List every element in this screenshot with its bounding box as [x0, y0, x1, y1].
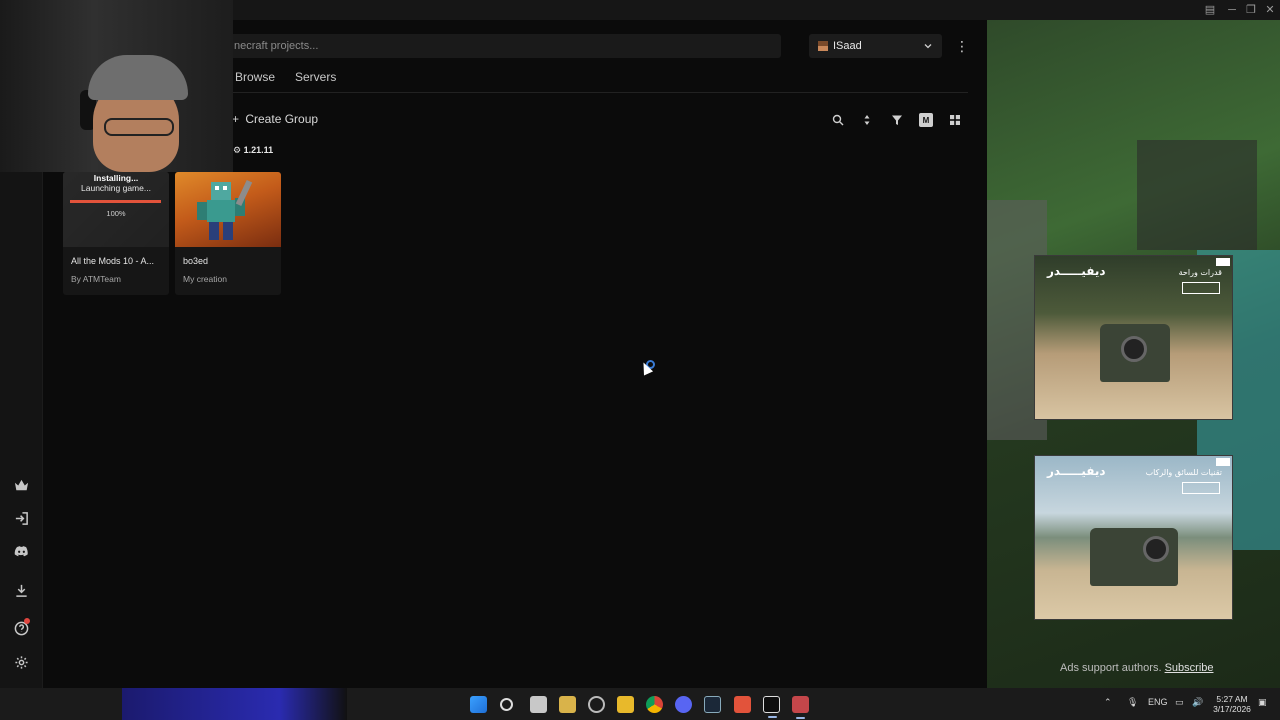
ad-banner-2[interactable]: ديفيـــــدر تقنيات للسائق والركاب: [1034, 455, 1233, 620]
avatar: [818, 41, 828, 51]
ads-panel: ديفيـــــدر قدرات وراحة ديفيـــــدر تقني…: [987, 20, 1280, 688]
webcam-overlay: [0, 0, 233, 172]
view-mode-button[interactable]: M: [919, 113, 933, 127]
maximize-icon[interactable]: ❐: [1243, 3, 1259, 17]
chrome-icon[interactable]: [646, 696, 663, 713]
instance-card-bo3ed[interactable]: bo3ed My creation: [175, 172, 281, 295]
install-status: Installing...: [93, 173, 139, 183]
download-icon[interactable]: [11, 580, 31, 600]
ad-cta-button[interactable]: [1182, 482, 1220, 494]
profile-selector[interactable]: ISaad: [809, 34, 942, 58]
instance-title: bo3ed: [183, 256, 209, 266]
crown-icon[interactable]: [11, 475, 31, 495]
tab-servers[interactable]: Servers: [295, 70, 336, 84]
instance-thumbnail: Installing... Launching game... 100%: [63, 172, 169, 247]
search-icon[interactable]: [831, 113, 845, 127]
subscribe-link[interactable]: Subscribe: [1165, 662, 1214, 674]
help-icon[interactable]: [11, 618, 31, 638]
install-progress-label: 100%: [106, 209, 126, 218]
profile-name: ISaad: [833, 40, 862, 52]
install-progress-bar: [70, 200, 161, 203]
chevron-up-icon[interactable]: ⌃: [1104, 697, 1112, 708]
filter-icon[interactable]: [890, 113, 904, 127]
sign-in-icon[interactable]: [11, 508, 31, 528]
more-options-icon[interactable]: ⋮: [955, 38, 969, 54]
tab-browse[interactable]: Browse: [235, 70, 275, 84]
chevron-down-icon: [924, 44, 932, 49]
obs-icon[interactable]: [588, 696, 605, 713]
wheel-icon: [1143, 536, 1169, 562]
version-label: 1.21.11: [243, 145, 274, 155]
modrinth-icon[interactable]: [792, 696, 809, 719]
search-icon[interactable]: [500, 698, 513, 711]
layout-icon[interactable]: ▤: [1202, 3, 1218, 17]
clock-time: 5:27 AM: [1216, 694, 1248, 704]
start-icon[interactable]: [470, 696, 487, 713]
capcut-icon[interactable]: [763, 696, 780, 718]
ad-cta-button[interactable]: [1182, 282, 1220, 294]
windows-taskbar: ⌃ 🎙 ENG ▭ 🔊 5:27 AM 3/17/2026 ▣: [0, 688, 1280, 720]
version-badge: ⚙ 1.21.11: [233, 145, 274, 155]
instance-author: By ATMTeam: [71, 274, 121, 284]
ad-brand: ديفيـــــدر: [1047, 264, 1106, 278]
notification-dot: [24, 618, 30, 624]
ad-info-icon[interactable]: [1216, 258, 1230, 266]
taskbar-wallpaper: [122, 688, 347, 720]
gear-icon[interactable]: [11, 652, 31, 672]
instance-thumbnail: [175, 172, 281, 247]
system-clock[interactable]: 5:27 AM 3/17/2026: [1208, 694, 1256, 714]
notifications-icon[interactable]: ▣: [1258, 697, 1267, 708]
create-group-button[interactable]: + Create Group: [232, 112, 318, 126]
ad-banner-1[interactable]: ديفيـــــدر قدرات وراحة: [1034, 255, 1233, 420]
network-icon[interactable]: ▭: [1175, 697, 1184, 708]
discord-icon[interactable]: [11, 541, 31, 561]
instance-author: My creation: [183, 274, 227, 284]
plus-icon: +: [232, 112, 240, 126]
store-icon[interactable]: [559, 696, 576, 713]
ad-tagline: تقنيات للسائق والركاب: [1145, 468, 1222, 477]
language-indicator[interactable]: ENG: [1148, 697, 1168, 707]
minecraft-character-icon: [197, 179, 253, 240]
tabs-divider: [228, 92, 968, 93]
discord-icon[interactable]: [675, 696, 692, 713]
file-explorer-icon[interactable]: [617, 696, 634, 713]
ads-support-note: Ads support authors. Subscribe: [1060, 662, 1214, 674]
microphone-icon[interactable]: 🎙: [1127, 697, 1138, 708]
task-view-icon[interactable]: [530, 696, 547, 713]
wheel-icon: [1121, 336, 1147, 362]
sort-icon[interactable]: [860, 113, 874, 127]
ads-support-text: Ads support authors.: [1060, 662, 1162, 674]
instance-card-atm10[interactable]: Installing... Launching game... 100% All…: [63, 172, 169, 295]
install-detail: Launching game...: [81, 183, 151, 193]
clock-date: 3/17/2026: [1213, 704, 1251, 714]
glasses-image: [104, 118, 174, 136]
ad-brand: ديفيـــــدر: [1047, 464, 1106, 478]
ad-tagline: قدرات وراحة: [1178, 268, 1222, 277]
create-group-label: Create Group: [245, 112, 319, 126]
close-icon[interactable]: ✕: [1262, 3, 1278, 17]
steam-icon[interactable]: [704, 696, 721, 713]
volume-icon[interactable]: 🔊: [1192, 697, 1203, 708]
ad-info-icon[interactable]: [1216, 458, 1230, 466]
minimize-icon[interactable]: ─: [1224, 3, 1240, 17]
grid-icon[interactable]: [948, 113, 962, 127]
instance-title: All the Mods 10 - A...: [71, 256, 155, 266]
search-input[interactable]: necraft projects...: [228, 34, 781, 58]
brave-icon[interactable]: [734, 696, 751, 713]
